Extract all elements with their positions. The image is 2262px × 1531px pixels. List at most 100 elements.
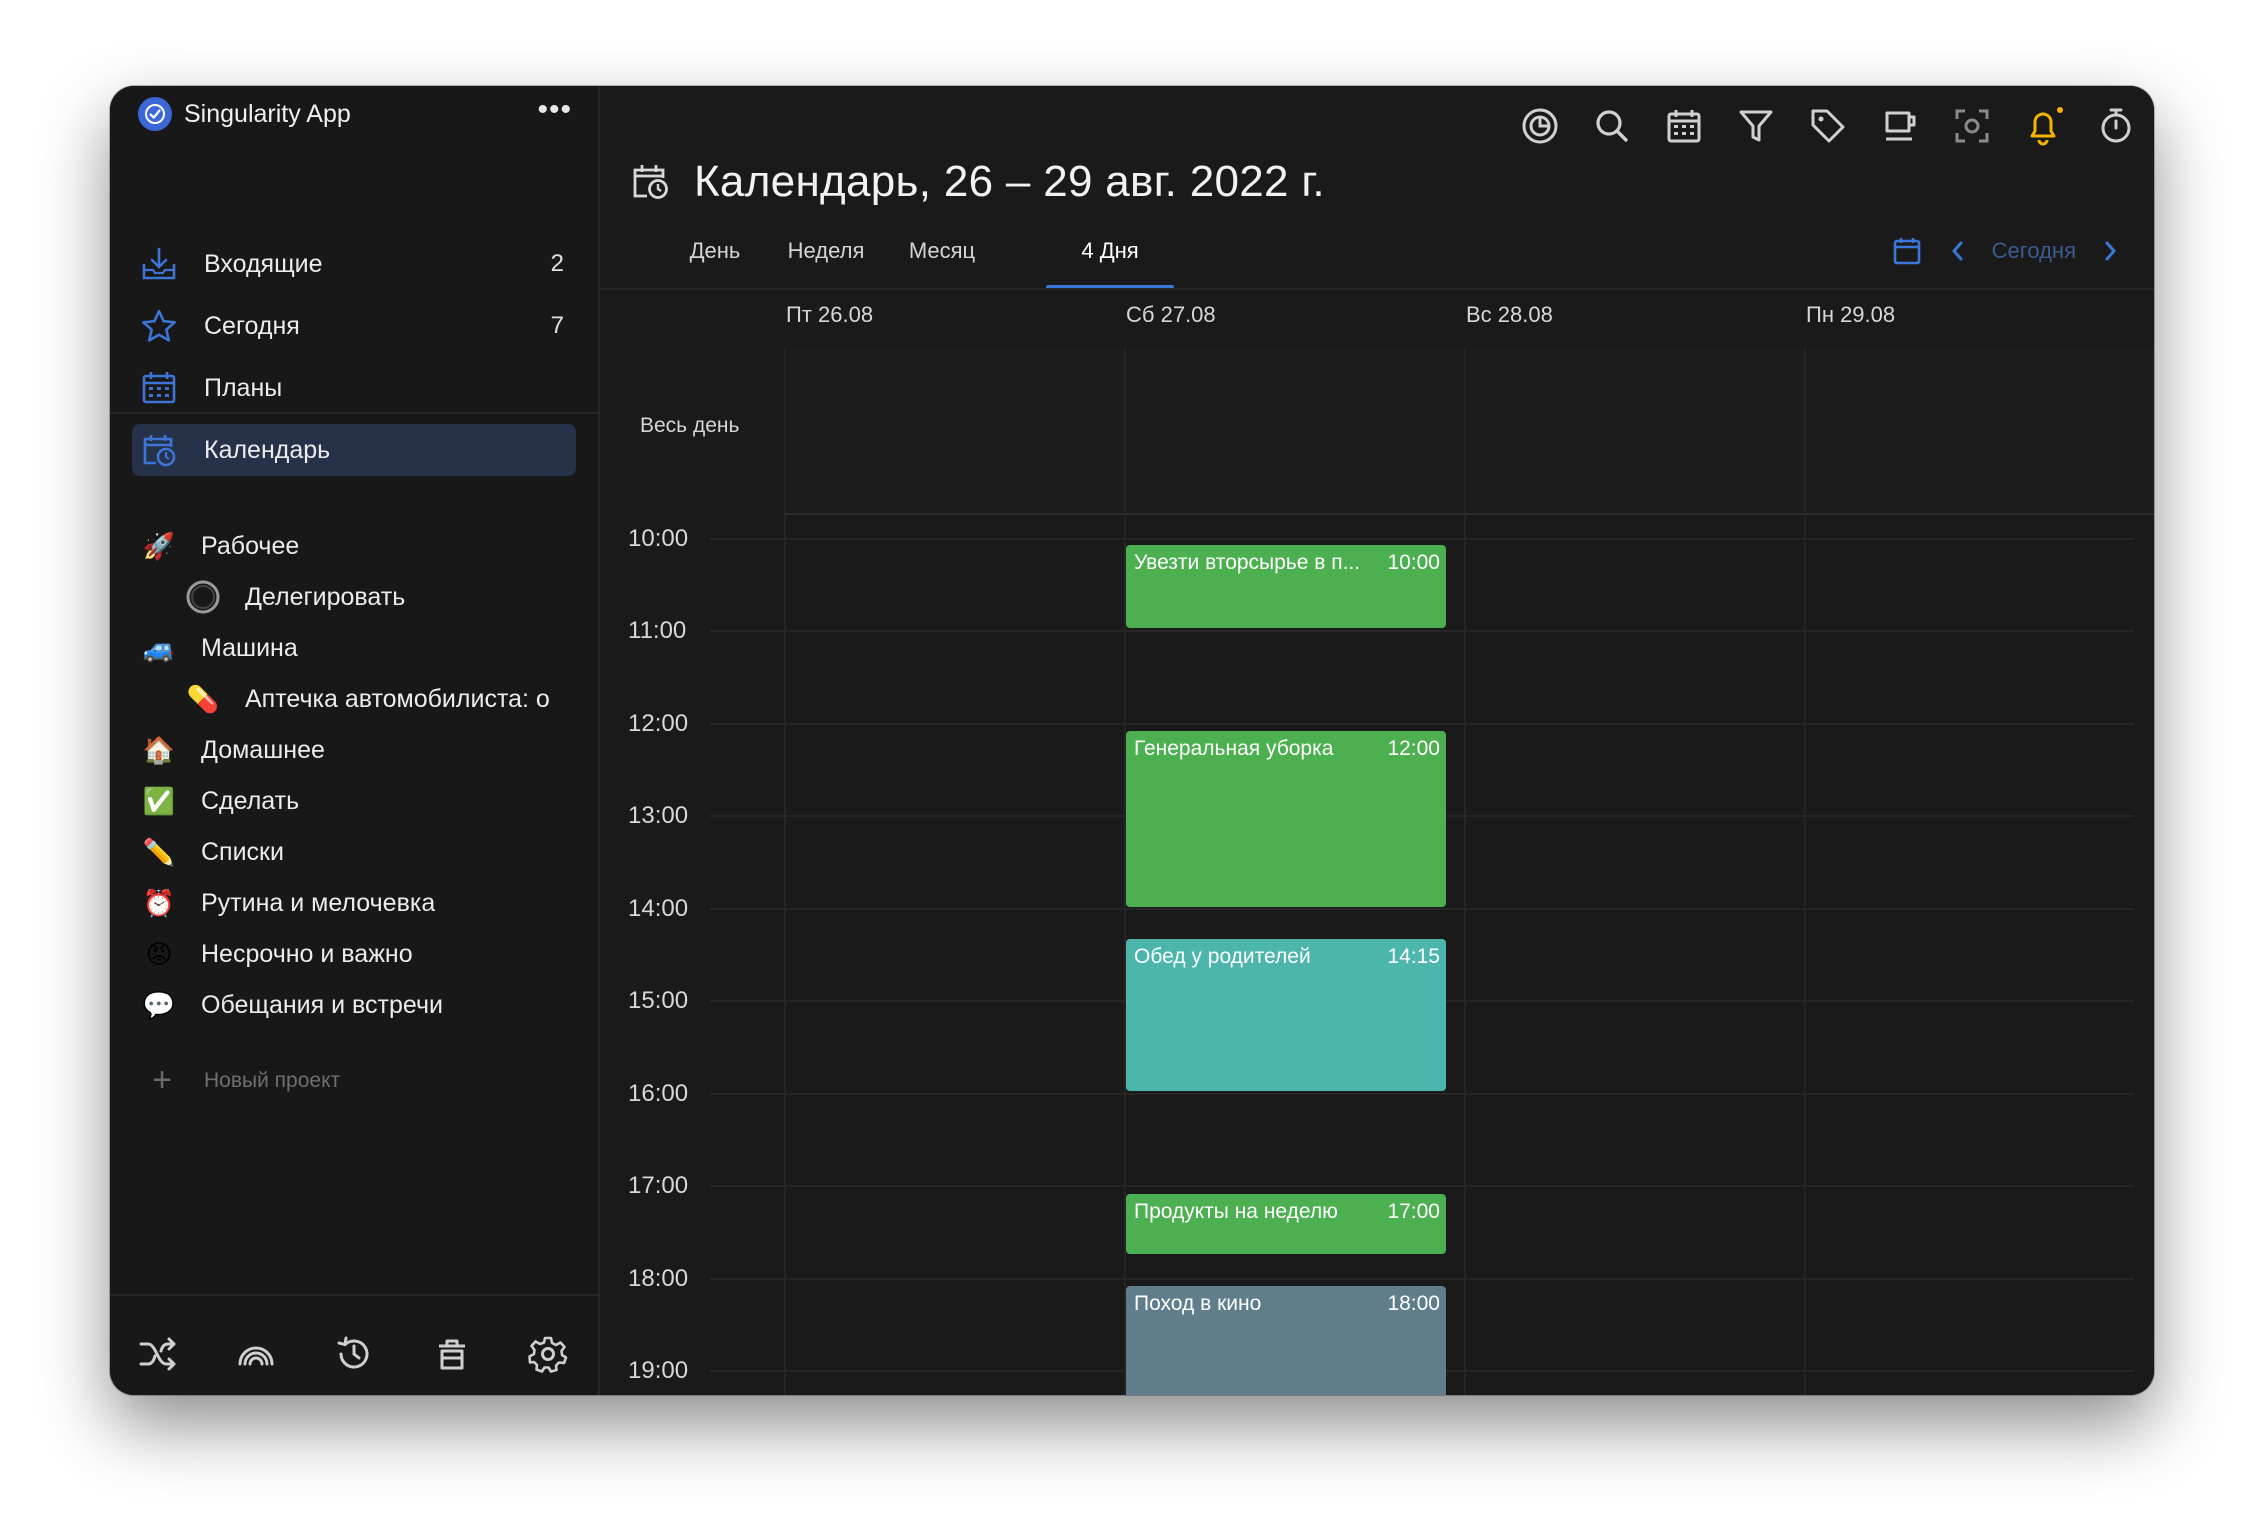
bell-icon[interactable] <box>2020 102 2068 150</box>
project-car[interactable]: 🚙 Машина <box>140 626 540 670</box>
tab-4-days[interactable]: 4 Дня <box>1046 226 1174 276</box>
sidebar-item-count: 2 <box>550 250 564 277</box>
day-header[interactable]: Вс 28.08 <box>1466 302 1553 328</box>
event-title: Увезти вторсырье в п... <box>1134 551 1361 574</box>
shuffle-icon[interactable] <box>138 1334 178 1374</box>
search-icon[interactable] <box>1588 102 1636 150</box>
app-title: Singularity App <box>184 99 351 128</box>
calendar-event[interactable]: Генеральная уборка 12:00 <box>1126 731 1446 907</box>
calendar-event[interactable]: Обед у родителей 14:15 <box>1126 939 1446 1091</box>
hour-label: 14:00 <box>628 895 689 922</box>
project-label: Несрочно и важно <box>201 939 413 968</box>
day-column-divider <box>1804 348 1806 1395</box>
hour-line <box>710 723 2134 725</box>
angry-face-icon: 😡 <box>145 938 173 969</box>
event-title: Обед у родителей <box>1134 945 1311 968</box>
project-first-aid-kit[interactable]: 💊 Аптечка автомобилиста: о <box>184 677 576 721</box>
project-delegate[interactable]: Делегировать <box>184 575 584 619</box>
hour-line <box>710 538 2134 540</box>
project-todo[interactable]: ✅ Сделать <box>140 779 540 823</box>
rainbow-icon[interactable] <box>236 1334 276 1374</box>
project-lists[interactable]: ✏️ Списки <box>140 830 540 874</box>
app-logo-icon <box>138 97 172 131</box>
project-important[interactable]: 😡 Несрочно и важно <box>140 932 540 976</box>
coffee-icon[interactable] <box>1876 102 1924 150</box>
sidebar-footer <box>110 1294 598 1395</box>
calendar-event[interactable]: Продукты на неделю 17:00 <box>1126 1194 1446 1254</box>
sidebar-item-calendar[interactable]: Календарь <box>132 424 576 476</box>
sidebar-item-label: Календарь <box>204 435 331 464</box>
tag-icon[interactable] <box>1804 102 1852 150</box>
event-time: 12:00 <box>1387 737 1440 760</box>
sidebar-item-today[interactable]: Сегодня 7 <box>132 300 576 352</box>
event-title: Продукты на неделю <box>1134 1200 1338 1223</box>
hour-label: 12:00 <box>628 710 689 737</box>
event-time: 14:15 <box>1387 945 1440 968</box>
speech-bubble-icon: 💬 <box>142 989 176 1020</box>
focus-icon[interactable] <box>1516 102 1564 150</box>
tab-week[interactable]: Неделя <box>776 226 876 276</box>
all-day-divider <box>786 513 2154 515</box>
hour-label: 10:00 <box>628 525 689 552</box>
project-label: Списки <box>201 837 284 866</box>
plus-icon: + <box>152 1061 172 1099</box>
day-header[interactable]: Пт 26.08 <box>786 302 873 328</box>
sidebar-item-label: Входящие <box>204 249 323 278</box>
inbox-icon <box>142 247 176 280</box>
tab-day[interactable]: День <box>680 226 750 276</box>
hour-line <box>710 1185 2134 1187</box>
event-title: Поход в кино <box>1134 1292 1262 1315</box>
hour-label: 15:00 <box>628 987 689 1014</box>
calendar-event[interactable]: Увезти вторсырье в п... 10:00 <box>1126 545 1446 628</box>
calendar-clock-icon <box>633 165 668 199</box>
tab-month[interactable]: Месяц <box>902 226 982 276</box>
hour-label: 16:00 <box>628 1080 689 1107</box>
project-home[interactable]: 🏠 Домашнее <box>140 728 540 772</box>
more-horizontal-icon[interactable]: ••• <box>537 95 572 125</box>
screenshot-icon[interactable] <box>1948 102 1996 150</box>
timer-icon[interactable] <box>2092 102 2140 150</box>
sidebar-item-plans[interactable]: Планы <box>132 362 576 414</box>
sidebar-item-inbox[interactable]: Входящие 2 <box>132 238 576 290</box>
car-icon: 🚙 <box>142 632 176 663</box>
settings-icon[interactable] <box>528 1334 568 1374</box>
hour-line <box>710 630 2134 632</box>
circle-icon <box>186 580 220 614</box>
app-header[interactable]: Singularity App ••• <box>138 86 578 142</box>
all-day-label: Весь день <box>640 414 740 437</box>
project-label: Домашнее <box>201 735 325 764</box>
project-label: Рабочее <box>201 531 300 560</box>
hour-line <box>710 908 2134 910</box>
calendar-icon[interactable] <box>1660 102 1708 150</box>
all-day-row[interactable] <box>786 348 2154 514</box>
event-time: 17:00 <box>1387 1200 1440 1223</box>
project-routine[interactable]: ⏰ Рутина и мелочевка <box>140 881 540 925</box>
new-project-button[interactable]: + Новый проект <box>146 1061 340 1100</box>
event-title: Генеральная уборка <box>1134 737 1334 760</box>
calendar-picker-icon[interactable] <box>1892 236 1922 266</box>
day-header[interactable]: Сб 27.08 <box>1126 302 1216 328</box>
event-time: 10:00 <box>1387 551 1440 574</box>
calendar-grid-icon <box>142 372 176 404</box>
chevron-left-icon[interactable] <box>1944 237 1972 265</box>
calendar-clock-icon <box>143 435 176 467</box>
hour-label: 17:00 <box>628 1172 689 1199</box>
project-label: Машина <box>201 633 298 662</box>
calendar-event[interactable]: Поход в кино 18:00 <box>1126 1286 1446 1395</box>
history-icon[interactable] <box>334 1334 374 1374</box>
project-work[interactable]: 🚀 Рабочее <box>140 524 540 568</box>
sidebar-divider <box>110 412 598 414</box>
sidebar-item-label: Сегодня <box>204 311 300 340</box>
trash-icon[interactable] <box>432 1334 472 1374</box>
day-header[interactable]: Пн 29.08 <box>1806 302 1895 328</box>
project-label: Обещания и встречи <box>201 990 443 1019</box>
date-navigation: Сегодня <box>1892 234 2124 268</box>
project-label: Рутина и мелочевка <box>201 888 436 917</box>
project-label: Аптечка автомобилиста: о <box>245 684 550 713</box>
chevron-right-icon[interactable] <box>2096 237 2124 265</box>
project-promises[interactable]: 💬 Обещания и встречи <box>140 983 540 1027</box>
today-button[interactable]: Сегодня <box>1992 238 2076 264</box>
hour-label: 11:00 <box>628 617 687 644</box>
filter-icon[interactable] <box>1732 102 1780 150</box>
alarm-clock-icon: ⏰ <box>142 887 176 918</box>
